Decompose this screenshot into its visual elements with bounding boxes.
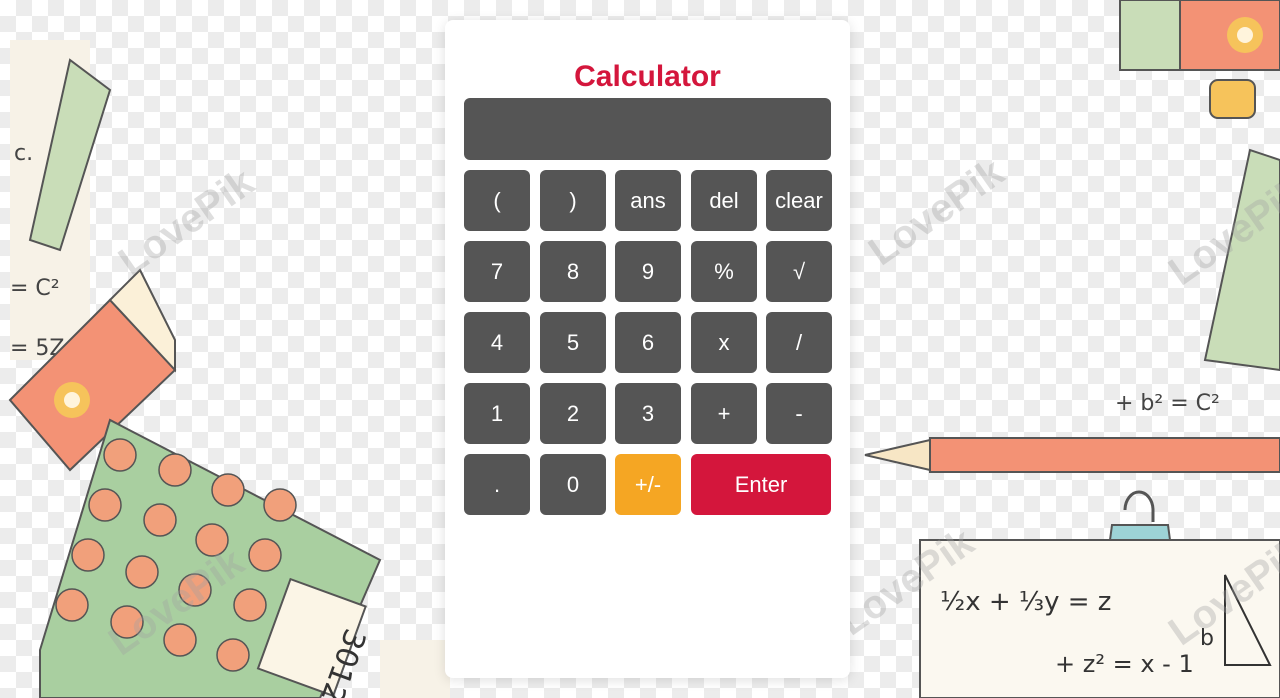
equation-bottom-right-1: ½x + ⅓y = z bbox=[940, 587, 1111, 617]
eight-button[interactable]: 8 bbox=[540, 241, 606, 302]
bottom-paper bbox=[380, 640, 450, 698]
multiply-button[interactable]: x bbox=[691, 312, 757, 373]
close-paren-button[interactable]: ) bbox=[540, 170, 606, 231]
four-button[interactable]: 4 bbox=[464, 312, 530, 373]
calculator-art-digits: 3012 bbox=[313, 624, 372, 698]
one-button[interactable]: 1 bbox=[464, 383, 530, 444]
watermark: LovePik bbox=[110, 160, 262, 285]
watermark: LovePik bbox=[1160, 170, 1280, 295]
divide-button[interactable]: / bbox=[766, 312, 832, 373]
pencil-icon bbox=[864, 437, 1280, 473]
page-title: Calculator bbox=[574, 60, 721, 93]
binder-clip-icon bbox=[1106, 490, 1174, 556]
left-paper bbox=[10, 40, 90, 360]
three-button[interactable]: 3 bbox=[615, 383, 681, 444]
equation-bottom-right-2: + z² = x - 1 bbox=[1055, 650, 1194, 678]
calculator-display bbox=[464, 98, 831, 160]
ans-button[interactable]: ans bbox=[615, 170, 681, 231]
ruler-left-icon bbox=[28, 58, 112, 252]
decimal-button[interactable]: . bbox=[464, 454, 530, 515]
notebook-top-right-icon bbox=[1119, 0, 1280, 119]
watermark: LovePik bbox=[860, 150, 1012, 275]
equation-left-1: = C² bbox=[10, 276, 60, 301]
zero-button[interactable]: 0 bbox=[540, 454, 606, 515]
equation-right: + b² = C² bbox=[1115, 391, 1220, 416]
six-button[interactable]: 6 bbox=[615, 312, 681, 373]
two-button[interactable]: 2 bbox=[540, 383, 606, 444]
equation-left-2: = 5Z bbox=[10, 336, 65, 361]
clear-button[interactable]: clear bbox=[766, 170, 832, 231]
minus-button[interactable]: - bbox=[766, 383, 832, 444]
equation-c: c. bbox=[14, 141, 33, 166]
calculator-card: Calculator ( ) ans del clear 7 8 9 % √ 4… bbox=[445, 20, 850, 678]
seven-button[interactable]: 7 bbox=[464, 241, 530, 302]
five-button[interactable]: 5 bbox=[540, 312, 606, 373]
plus-button[interactable]: + bbox=[691, 383, 757, 444]
nine-button[interactable]: 9 bbox=[615, 241, 681, 302]
percent-button[interactable]: % bbox=[691, 241, 757, 302]
watermark: LovePik bbox=[100, 540, 252, 665]
open-paren-button[interactable]: ( bbox=[464, 170, 530, 231]
watermark: LovePik bbox=[830, 520, 982, 645]
sign-toggle-button[interactable]: +/- bbox=[615, 454, 681, 515]
eraser-left-icon bbox=[8, 268, 177, 472]
enter-button[interactable]: Enter bbox=[691, 454, 831, 515]
watermark: LovePik bbox=[1160, 530, 1280, 655]
sqrt-button[interactable]: √ bbox=[766, 241, 832, 302]
del-button[interactable]: del bbox=[691, 170, 757, 231]
